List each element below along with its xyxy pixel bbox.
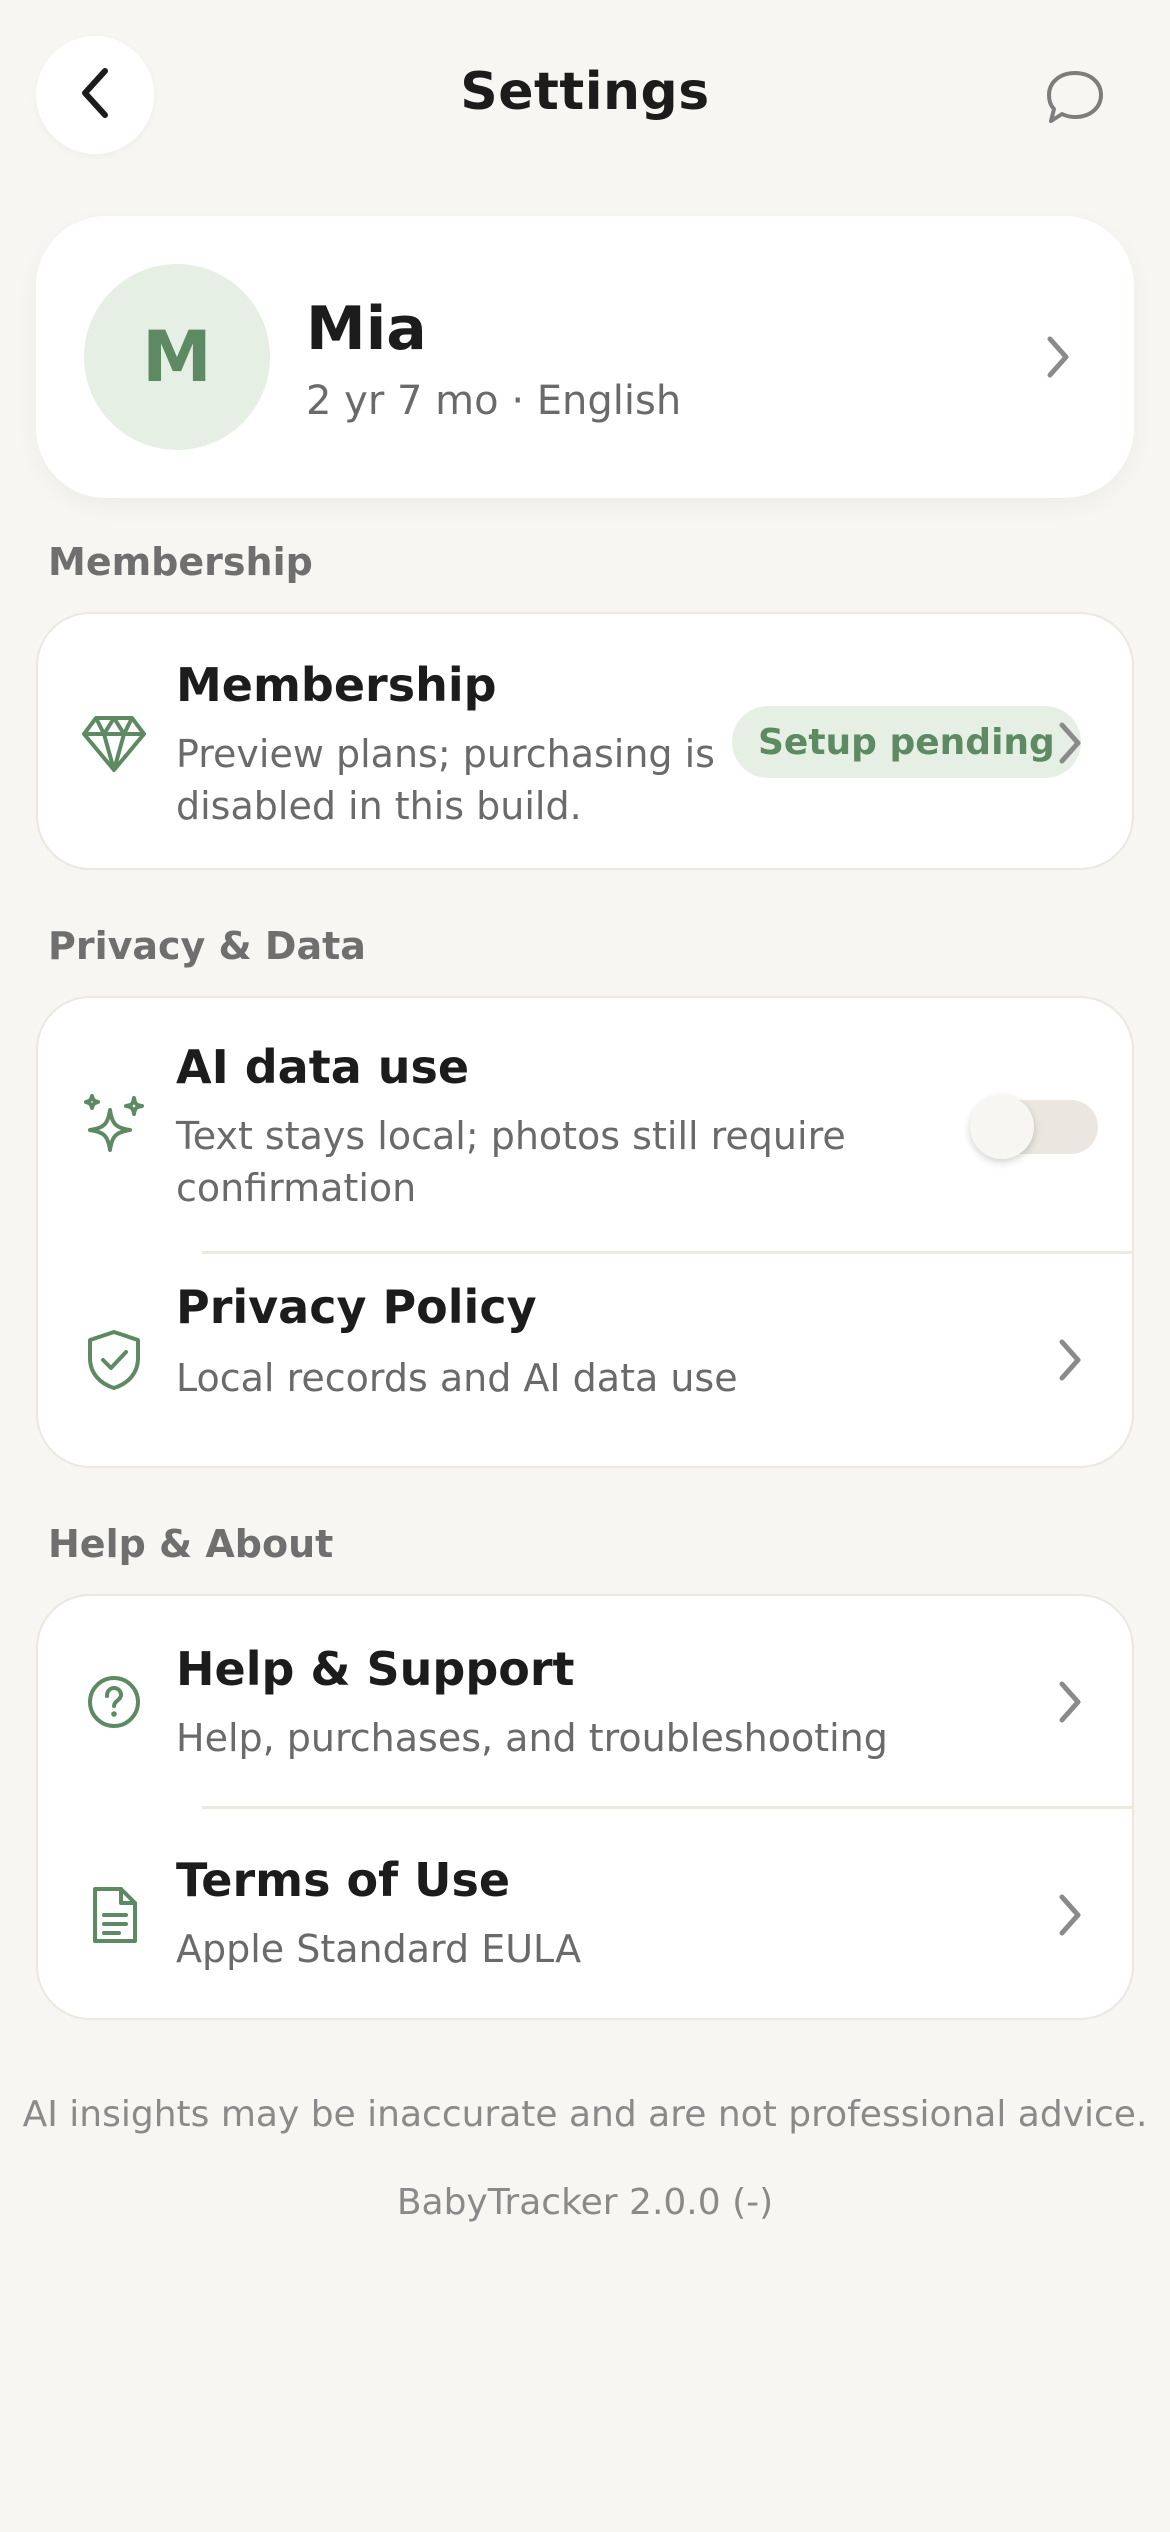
row-title: Terms of Use bbox=[176, 1853, 511, 1907]
section-label-help: Help & About bbox=[48, 1522, 334, 1566]
privacy-card: AI data use Text stays local; photos sti… bbox=[36, 996, 1134, 1468]
terms-of-use-row[interactable]: Terms of Use Apple Standard EULA bbox=[38, 1809, 1132, 2018]
diamond-icon bbox=[78, 708, 150, 780]
row-subtitle: Help, purchases, and troubleshooting bbox=[176, 1716, 888, 1760]
section-label-membership: Membership bbox=[48, 540, 313, 584]
ai-data-toggle[interactable] bbox=[970, 1095, 1098, 1159]
row-title: AI data use bbox=[176, 1040, 470, 1094]
privacy-policy-row[interactable]: Privacy Policy Local records and AI data… bbox=[38, 1254, 1132, 1466]
row-subtitle: Text stays local; photos still require c… bbox=[176, 1114, 846, 1210]
status-badge: Setup pending bbox=[732, 706, 1081, 778]
chat-bubble-icon bbox=[1045, 69, 1105, 129]
chevron-right-icon bbox=[1050, 1330, 1090, 1390]
document-icon bbox=[78, 1879, 150, 1951]
help-support-row[interactable]: Help & Support Help, purchases, and trou… bbox=[38, 1596, 1132, 1806]
profile-details: 2 yr 7 mo · English bbox=[306, 378, 682, 424]
row-title: Membership bbox=[176, 658, 497, 712]
chevron-right-icon bbox=[1050, 713, 1090, 773]
section-label-privacy: Privacy & Data bbox=[48, 924, 366, 968]
membership-row[interactable]: Membership Preview plans; purchasing is … bbox=[36, 612, 1134, 870]
ai-disclaimer: AI insights may be inaccurate and are no… bbox=[22, 2094, 1148, 2135]
row-subtitle: Preview plans; purchasing is disabled in… bbox=[176, 732, 715, 828]
avatar: M bbox=[84, 264, 270, 450]
row-title: Privacy Policy bbox=[176, 1280, 537, 1334]
profile-name: Mia bbox=[306, 294, 427, 364]
row-subtitle: Local records and AI data use bbox=[176, 1356, 738, 1400]
page-title: Settings bbox=[460, 62, 710, 122]
question-circle-icon bbox=[78, 1666, 150, 1738]
app-version: BabyTracker 2.0.0 (-) bbox=[396, 2182, 774, 2223]
sparkles-icon bbox=[78, 1090, 150, 1162]
chevron-right-icon bbox=[1050, 1672, 1090, 1732]
toggle-knob bbox=[970, 1095, 1034, 1159]
help-card: Help & Support Help, purchases, and trou… bbox=[36, 1594, 1134, 2020]
chevron-right-icon bbox=[1038, 327, 1078, 387]
profile-card[interactable]: M Mia 2 yr 7 mo · English bbox=[36, 216, 1134, 498]
row-title: Help & Support bbox=[176, 1642, 575, 1696]
row-subtitle: Apple Standard EULA bbox=[176, 1927, 582, 1971]
shield-check-icon bbox=[78, 1324, 150, 1396]
chat-button[interactable] bbox=[1040, 64, 1110, 134]
chevron-right-icon bbox=[1050, 1885, 1090, 1945]
